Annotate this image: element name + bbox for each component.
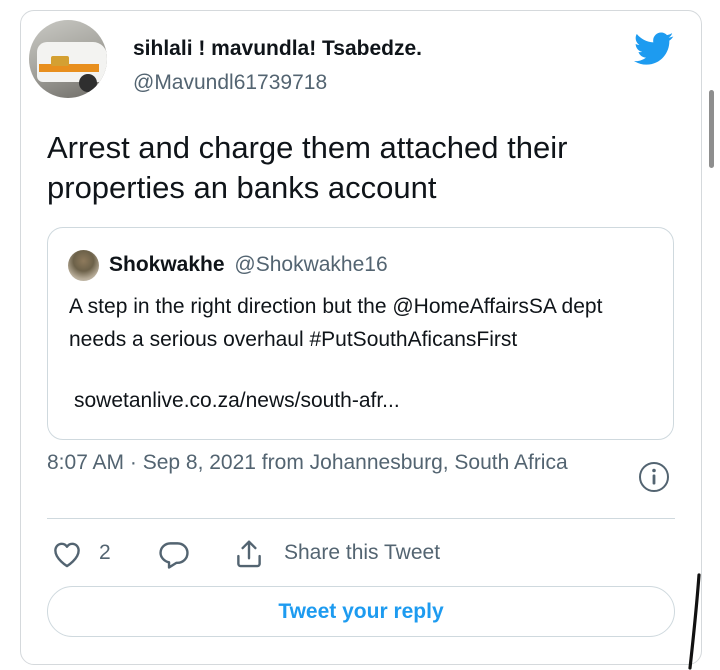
divider <box>47 518 675 519</box>
author-avatar[interactable] <box>29 20 107 98</box>
info-icon[interactable] <box>638 461 670 493</box>
quoted-link[interactable]: sowetanlive.co.za/news/south-afr... <box>74 389 400 413</box>
quoted-text: A step in the right direction but the @H… <box>69 295 603 351</box>
quoted-author-avatar[interactable] <box>68 250 99 281</box>
like-button[interactable] <box>50 534 84 574</box>
twitter-bird-icon[interactable] <box>634 32 674 66</box>
quoted-tweet[interactable]: Shokwakhe @Shokwakhe16 A step in the rig… <box>47 227 674 440</box>
avatar-car-shape <box>37 42 107 82</box>
like-count: 2 <box>99 541 111 564</box>
tweet-text: Arrest and charge them attached their pr… <box>47 130 568 205</box>
share-label[interactable]: Share this Tweet <box>284 541 440 565</box>
author-display-name[interactable]: sihlali ! mavundla! Tsabedze. <box>133 37 422 61</box>
share-button[interactable] <box>232 534 266 574</box>
avatar-badge <box>51 56 69 66</box>
share-icon <box>237 540 261 568</box>
quoted-handle[interactable]: @Shokwakhe16 <box>234 253 387 276</box>
avatar-stripe <box>39 64 99 72</box>
reply-button[interactable] <box>157 534 191 574</box>
quoted-display-name[interactable]: Shokwakhe <box>109 253 225 276</box>
quoted-header: Shokwakhe @Shokwakhe16 <box>109 253 388 277</box>
scrollbar-thumb[interactable] <box>709 90 714 168</box>
tweet-timestamp-location[interactable]: 8:07 AM · Sep 8, 2021 from Johannesburg,… <box>47 447 607 479</box>
avatar-wheel <box>79 74 97 92</box>
tweet-actions: 2 Share this Tweet <box>47 534 667 574</box>
heart-icon <box>54 542 80 568</box>
author-handle[interactable]: @Mavundl61739718 <box>133 71 327 95</box>
tweet-reply-button[interactable]: Tweet your reply <box>47 586 675 637</box>
pen-stroke-mark <box>688 573 701 670</box>
reply-icon <box>159 542 189 569</box>
